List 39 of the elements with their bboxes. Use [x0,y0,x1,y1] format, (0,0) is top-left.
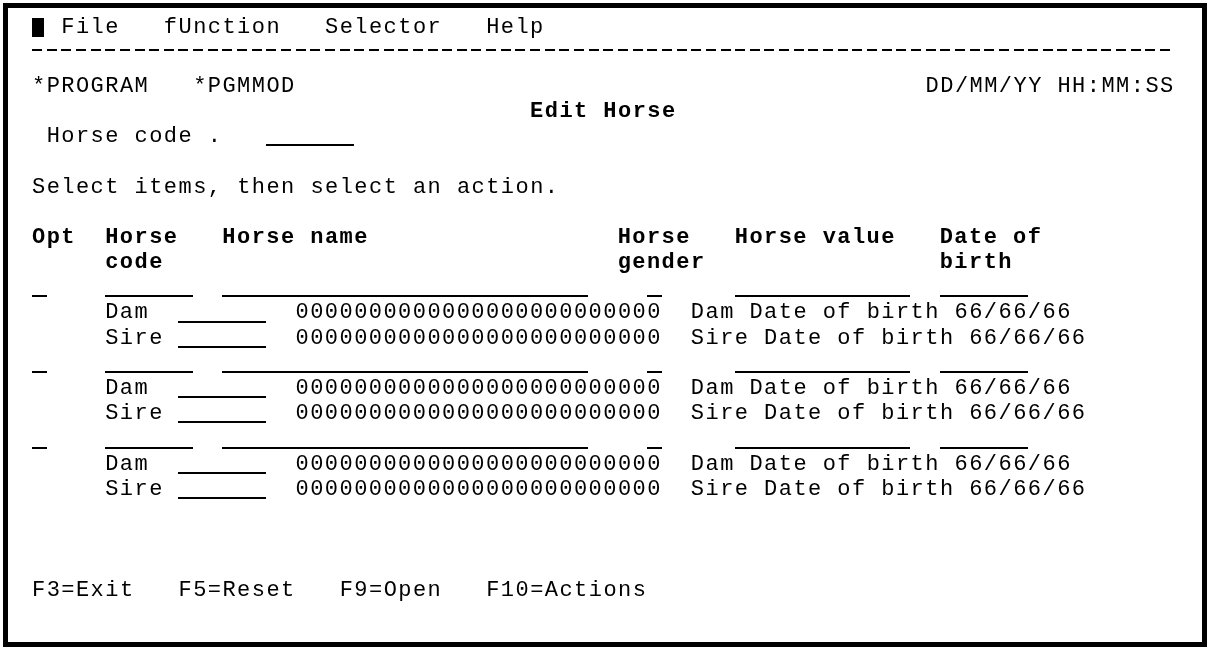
menu-item[interactable]: File [61,15,120,41]
parent-label: Dam [105,376,150,402]
block-cursor-icon [32,18,44,38]
parent-birth-date-text: Dam Date of birth 66/66/66 [690,300,1072,326]
parent-name-text: 0000000000000000000000000 [295,300,662,326]
menu-item[interactable]: Help [486,15,545,41]
column-header: Opt [32,224,76,252]
function-key-label: F10=Actions [486,577,648,603]
field-label: Horse code . [46,124,223,150]
parent-birth-date-text: Dam Date of birth 66/66/66 [690,451,1072,477]
parent-birth-date-text: Sire Date of birth 66/66/66 [690,325,1087,351]
instruction-text: Select items, then select an action. [32,174,560,200]
parent-name-text: 0000000000000000000000000 [295,451,662,477]
parent-label: Sire [105,325,164,351]
column-header: Horse value [734,224,896,252]
menu-item[interactable]: Selector [325,15,443,41]
parent-birth-date-text: Sire Date of birth 66/66/66 [690,476,1087,502]
column-header: Horse gender [617,224,707,276]
module-label: *PGMMOD [193,73,296,99]
function-key-label: F5=Reset [178,577,296,603]
parent-name-text: 0000000000000000000000000 [295,401,662,427]
date-time-text: DD/MM/YY HH:MM:SS [925,73,1175,99]
parent-label: Dam [105,300,150,326]
parent-birth-date-text: Dam Date of birth 66/66/66 [690,376,1072,402]
function-key-label: F3=Exit [32,577,135,603]
function-key-label: F9=Open [339,577,443,603]
screen-title: Edit Horse [530,98,677,125]
menu-item[interactable]: fUnction [163,15,282,41]
column-header: Horse name [222,224,369,252]
program-label: *PROGRAM [32,73,150,99]
column-header: Date of birth [939,224,1044,276]
parent-birth-date-text: Sire Date of birth 66/66/66 [690,401,1087,427]
parent-label: Sire [105,476,164,502]
parent-label: Sire [105,401,164,427]
parent-label: Dam [105,451,150,477]
parent-name-text: 0000000000000000000000000 [295,325,662,351]
parent-name-text: 0000000000000000000000000 [295,476,662,502]
parent-name-text: 0000000000000000000000000 [295,376,662,402]
column-header: Horse code [105,224,180,276]
